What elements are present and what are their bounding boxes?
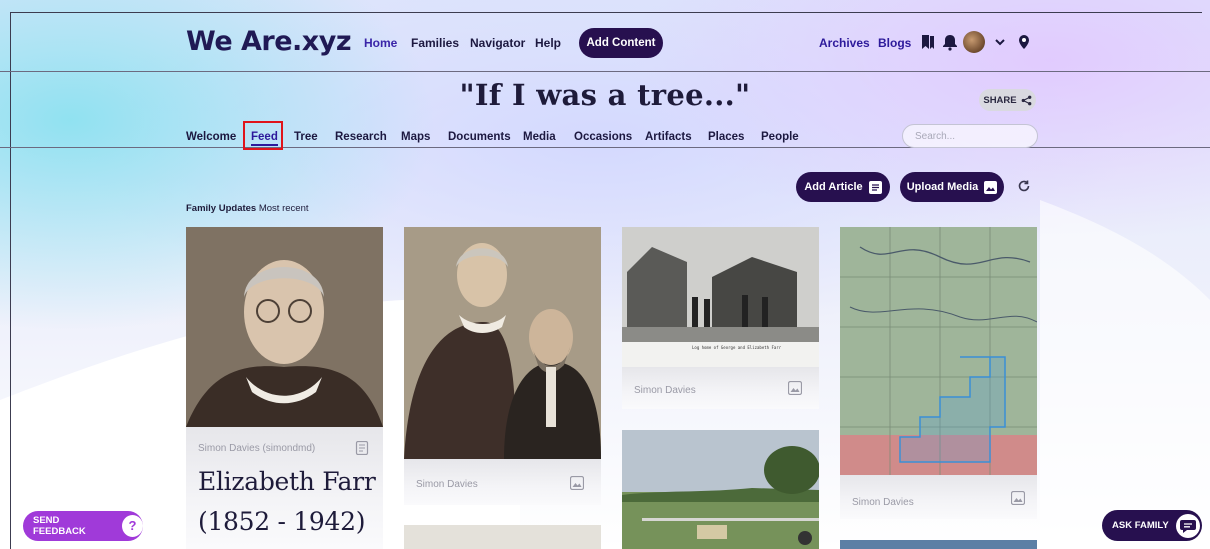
landscape-photo <box>622 430 819 549</box>
add-article-label: Add Article <box>804 181 863 193</box>
photo-caption: Log home of George and Elizabeth Farr <box>692 345 782 350</box>
search-input[interactable]: Search... <box>902 124 1038 148</box>
tab-research[interactable]: Research <box>335 131 387 143</box>
tab-maps[interactable]: Maps <box>401 131 430 143</box>
nav-home[interactable]: Home <box>364 36 397 50</box>
couple-photo <box>404 227 601 459</box>
user-avatar[interactable] <box>963 31 985 53</box>
feed-card-partial[interactable] <box>840 540 1037 549</box>
bell-icon[interactable] <box>941 33 959 51</box>
send-feedback-label: SEND FEEDBACK <box>33 515 86 537</box>
nav-blogs[interactable]: Blogs <box>878 36 911 50</box>
feed-card-partial[interactable] <box>404 525 601 549</box>
refresh-icon[interactable] <box>1017 179 1031 193</box>
tab-people[interactable]: People <box>761 131 799 143</box>
nav-help[interactable]: Help <box>535 36 561 50</box>
upload-media-button[interactable]: Upload Media <box>900 172 1004 202</box>
portrait-photo <box>186 227 383 427</box>
nav-families[interactable]: Families <box>411 36 459 50</box>
card-footer: Simon Davies <box>404 459 601 505</box>
feed-card[interactable]: Log home of George and Elizabeth Farr Si… <box>622 227 819 409</box>
nav-navigator[interactable]: Navigator <box>470 36 525 50</box>
share-icon <box>1021 95 1031 105</box>
nav-archives[interactable]: Archives <box>819 36 870 50</box>
tab-places[interactable]: Places <box>708 131 744 143</box>
tab-artifacts[interactable]: Artifacts <box>645 131 692 143</box>
image-icon <box>984 180 998 194</box>
feed-card[interactable]: Simon Davies <box>404 227 601 505</box>
logo[interactable]: We Are.xyz <box>186 26 352 57</box>
feed-sort[interactable]: Most recent <box>259 203 309 214</box>
card-subtitle: (1852 - 1942) <box>198 507 366 536</box>
card-author[interactable]: Simon Davies <box>852 497 914 508</box>
card-author[interactable]: Simon Davies <box>634 385 696 396</box>
tab-occasions[interactable]: Occasions <box>574 131 632 143</box>
feed-label: Family Updates <box>186 203 257 214</box>
tab-media[interactable]: Media <box>523 131 556 143</box>
tab-documents[interactable]: Documents <box>448 131 511 143</box>
log-home-photo: Log home of George and Elizabeth Farr <box>622 227 819 367</box>
top-navigation: We Are.xyz Home Families Navigator Help … <box>0 0 1210 72</box>
share-button[interactable]: SHARE <box>979 89 1036 111</box>
chevron-down-icon[interactable] <box>991 33 1009 51</box>
image-icon <box>570 476 584 490</box>
help-question-icon: ? <box>122 515 143 537</box>
card-footer: Simon Davies <box>622 367 819 409</box>
article-icon <box>355 441 369 455</box>
feed-tab-highlight-box <box>243 121 283 150</box>
feed-heading: Family Updates Most recent <box>186 203 309 214</box>
tab-tree[interactable]: Tree <box>294 131 318 143</box>
feed-card[interactable]: Simon Davies (simondmd) Elizabeth Farr (… <box>186 227 383 549</box>
send-feedback-button[interactable]: SEND FEEDBACK ? <box>23 511 143 541</box>
feed-card[interactable] <box>622 430 819 549</box>
add-article-button[interactable]: Add Article <box>796 172 890 202</box>
tab-welcome[interactable]: Welcome <box>186 131 236 143</box>
family-header: "If I was a tree..." SHARE Welcome Feed … <box>0 72 1210 148</box>
image-icon <box>1011 491 1025 505</box>
location-pin-icon[interactable] <box>1015 33 1033 51</box>
card-footer: Simon Davies <box>840 475 1037 519</box>
map-photo <box>840 227 1037 475</box>
bookmarks-icon[interactable] <box>919 33 937 51</box>
image-icon <box>788 381 802 395</box>
card-author[interactable]: Simon Davies (simondmd) <box>198 443 315 454</box>
card-title[interactable]: Elizabeth Farr <box>198 465 376 499</box>
search-placeholder: Search... <box>915 131 956 142</box>
add-content-button[interactable]: Add Content <box>579 28 663 58</box>
share-label: SHARE <box>983 94 1017 106</box>
ask-family-label: ASK FAMILY <box>1112 520 1169 531</box>
upload-media-label: Upload Media <box>906 181 979 193</box>
card-author[interactable]: Simon Davies <box>416 479 478 490</box>
chat-icon <box>1175 513 1200 538</box>
article-icon <box>868 180 882 194</box>
feed-card[interactable]: Simon Davies <box>840 227 1037 519</box>
ask-family-button[interactable]: ASK FAMILY <box>1102 510 1202 541</box>
card-footer: Simon Davies (simondmd) Elizabeth Farr (… <box>186 427 383 549</box>
